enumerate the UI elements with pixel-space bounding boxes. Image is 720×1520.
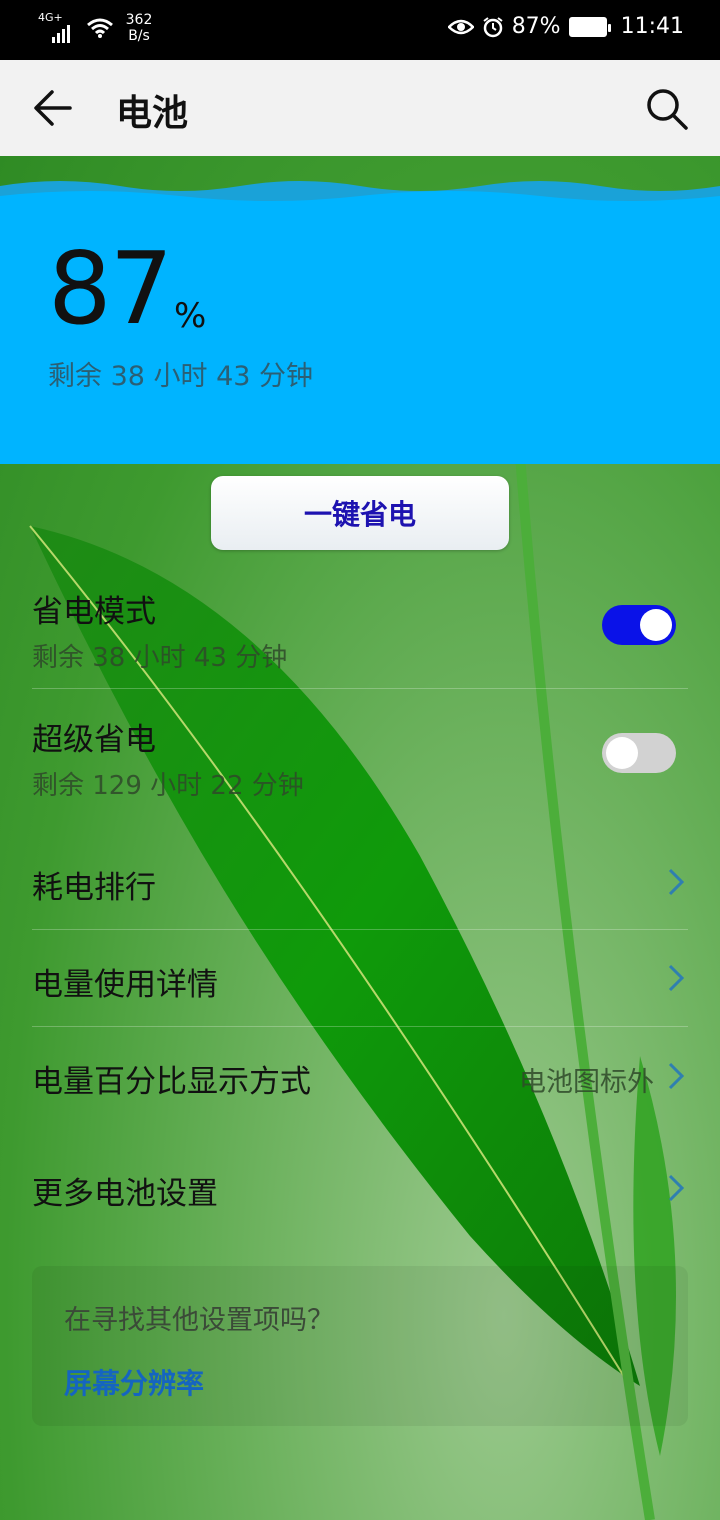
battery-percent-sign: % xyxy=(174,296,207,336)
more-battery-settings-row[interactable]: 更多电池设置 xyxy=(32,1168,688,1213)
toggle-knob xyxy=(640,609,672,641)
power-usage-details-row[interactable]: 电量使用详情 xyxy=(32,959,688,1004)
battery-icon xyxy=(568,16,611,37)
chevron-right-icon xyxy=(668,1062,685,1090)
chevron-right-icon xyxy=(668,964,685,992)
suggestion-card: 在寻找其他设置项吗？ 屏幕分辨率 xyxy=(32,1266,688,1426)
divider xyxy=(32,1026,688,1027)
status-left: 4G+ 362 B/s xyxy=(38,11,156,44)
power-consumption-ranking-row[interactable]: 耗电排行 xyxy=(32,862,688,907)
alarm-icon xyxy=(483,16,503,37)
network-speed: 362 B/s xyxy=(122,12,156,44)
battery-percentage-display-value: 电池图标外 xyxy=(519,1067,654,1098)
ultra-power-saving-toggle[interactable] xyxy=(602,733,676,773)
power-usage-details-title: 电量使用详情 xyxy=(32,967,218,1003)
divider xyxy=(32,688,688,689)
clock: 11:41 xyxy=(620,14,684,39)
toggle-knob xyxy=(606,737,638,769)
battery-percent-text: 87% xyxy=(511,14,561,39)
network-speed-unit: B/s xyxy=(128,28,150,44)
search-icon[interactable] xyxy=(644,86,690,132)
chevron-right-icon xyxy=(668,868,685,896)
chevron-right-icon xyxy=(668,1174,685,1202)
battery-remaining-time: 剩余 38 小时 43 分钟 xyxy=(48,361,314,392)
cellular-signal-icon: 4G+ xyxy=(38,11,78,43)
power-saving-mode-subtitle: 剩余 38 小时 43 分钟 xyxy=(32,643,288,673)
power-consumption-ranking-title: 耗电排行 xyxy=(32,870,156,906)
screen-resolution-link[interactable]: 屏幕分辨率 xyxy=(64,1362,204,1402)
network-speed-value: 362 xyxy=(125,12,153,28)
app-bar: 电池 xyxy=(0,60,720,156)
suggestion-question: 在寻找其他设置项吗？ xyxy=(64,1305,334,1336)
power-saving-mode-toggle[interactable] xyxy=(602,605,676,645)
back-arrow-icon[interactable] xyxy=(30,86,78,130)
more-battery-settings-title: 更多电池设置 xyxy=(32,1176,218,1212)
ultra-power-saving-row[interactable]: 超级省电 剩余 129 小时 22 分钟 xyxy=(32,714,688,802)
one-key-power-save-button[interactable]: 一键省电 xyxy=(211,476,509,550)
ultra-power-saving-subtitle: 剩余 129 小时 22 分钟 xyxy=(32,771,304,801)
power-saving-mode-title: 省电模式 xyxy=(32,594,156,630)
status-right: 87% 11:41 xyxy=(447,14,684,39)
wifi-icon xyxy=(87,18,113,38)
divider xyxy=(32,929,688,930)
ultra-power-saving-title: 超级省电 xyxy=(32,722,156,758)
battery-level: 87 xyxy=(48,230,173,347)
power-saving-mode-row[interactable]: 省电模式 剩余 38 小时 43 分钟 xyxy=(32,586,688,674)
eye-comfort-icon xyxy=(447,19,474,34)
page-title: 电池 xyxy=(116,93,189,134)
wave-decoration xyxy=(0,181,720,216)
status-bar: 4G+ 362 B/s 87% 11:41 xyxy=(0,0,720,60)
